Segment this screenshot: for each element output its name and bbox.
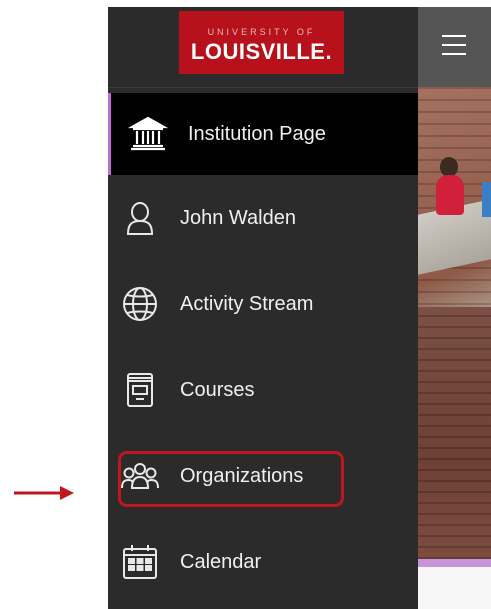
nav-label-institution-page: Institution Page (188, 122, 326, 145)
logo-main-text: LOUISVILLE. (190, 39, 333, 64)
app-window: UNIVERSITY OF LOUISVILLE. Institution Pa… (108, 7, 491, 609)
background-photo (418, 7, 491, 609)
photo-person-2 (482, 182, 491, 217)
nav-item-john-walden[interactable]: John Walden (108, 175, 418, 261)
logo-area: UNIVERSITY OF LOUISVILLE. (108, 7, 418, 88)
nav-item-calendar[interactable]: Calendar (108, 519, 418, 605)
nav-menu: Institution Page John Walden Activity St… (108, 93, 418, 605)
logo-top-text: UNIVERSITY OF (207, 27, 316, 37)
user-icon (120, 198, 160, 238)
photo-person (436, 175, 464, 215)
content-accent-bar (418, 559, 491, 567)
photo-person-head (440, 157, 458, 177)
nav-label-john-walden: John Walden (180, 206, 296, 229)
annotation-arrow (14, 486, 74, 500)
content-bottom-area (418, 567, 491, 609)
photo-brick-wall (418, 307, 491, 559)
nav-item-institution-page[interactable]: Institution Page (108, 93, 418, 175)
institution-icon (128, 114, 168, 154)
top-bar (418, 7, 491, 87)
courses-icon (120, 370, 160, 410)
sidebar: UNIVERSITY OF LOUISVILLE. Institution Pa… (108, 7, 418, 609)
nav-label-activity-stream: Activity Stream (180, 292, 314, 315)
calendar-icon (120, 542, 160, 582)
nav-label-calendar: Calendar (180, 550, 262, 573)
annotation-highlight-box (118, 451, 344, 507)
nav-item-activity-stream[interactable]: Activity Stream (108, 261, 418, 347)
nav-item-courses[interactable]: Courses (108, 347, 418, 433)
nav-label-courses: Courses (180, 378, 255, 401)
menu-icon[interactable] (442, 35, 466, 55)
university-logo[interactable]: UNIVERSITY OF LOUISVILLE. (179, 11, 344, 74)
globe-icon (120, 284, 160, 324)
